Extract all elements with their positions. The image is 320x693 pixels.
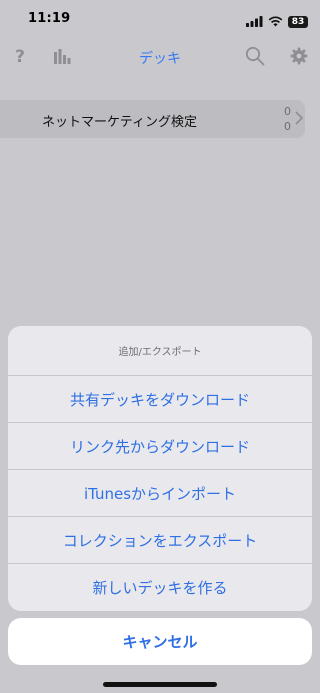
wifi-icon — [268, 12, 283, 31]
gear-icon[interactable] — [287, 44, 311, 68]
deck-name: ネットマーケティング検定 — [42, 115, 197, 130]
signal-icon — [246, 12, 263, 31]
action-sheet-title: 追加/エクスポート — [8, 326, 312, 376]
battery-indicator: 83 — [288, 15, 308, 28]
create-new-deck-button[interactable]: 新しいデッキを作る — [8, 564, 312, 611]
download-shared-deck-button[interactable]: 共有デッキをダウンロード — [8, 376, 312, 423]
status-bar: 11:19 83 — [0, 0, 320, 40]
action-sheet: 追加/エクスポート 共有デッキをダウンロード リンク先からダウンロード iTun… — [8, 326, 312, 611]
export-collection-button[interactable]: コレクションをエクスポート — [8, 517, 312, 564]
deck-due-count: 0 — [284, 120, 291, 133]
home-indicator — [103, 682, 217, 687]
chevron-right-icon — [295, 111, 304, 129]
nav-title: デッキ — [139, 51, 181, 67]
nav-bar: ? デッキ — [0, 40, 320, 74]
cancel-button[interactable]: キャンセル — [8, 618, 312, 665]
status-time: 11:19 — [28, 11, 71, 26]
status-icons: 83 — [246, 12, 308, 31]
download-from-link-button[interactable]: リンク先からダウンロード — [8, 423, 312, 470]
import-from-itunes-button[interactable]: iTunesからインポート — [8, 470, 312, 517]
deck-counts: 0 0 — [284, 104, 291, 134]
deck-new-count: 0 — [284, 105, 291, 118]
search-icon[interactable] — [243, 44, 267, 68]
deck-row[interactable]: ネットマーケティング検定 0 0 — [0, 100, 305, 138]
